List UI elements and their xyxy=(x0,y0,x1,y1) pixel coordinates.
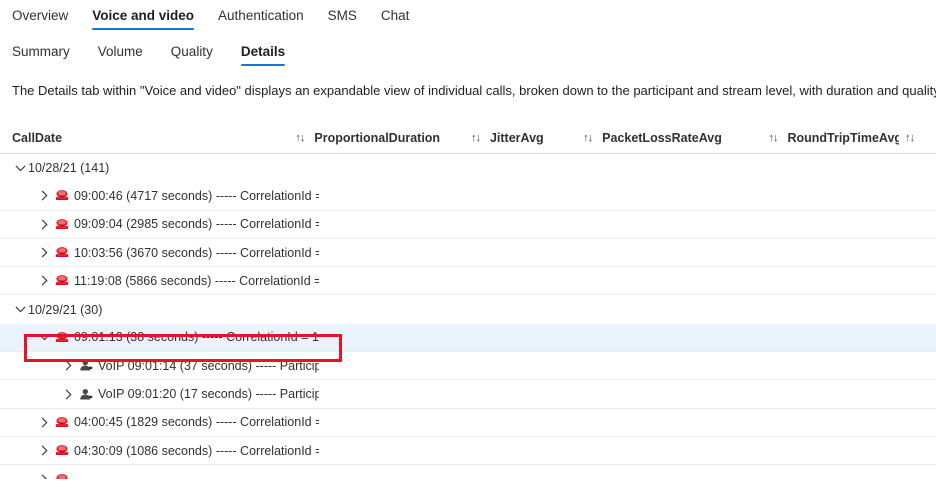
secondary-tab-details[interactable]: Details xyxy=(227,42,299,69)
table-body: 10/28/21 (141) 09:00:46 (4717 seconds) --… xyxy=(0,154,936,480)
column-header-label: RoundTripTimeAvg xyxy=(787,130,900,145)
cell-calldate: 10:03:56 (3670 seconds) ----- Correlatio… xyxy=(12,246,319,260)
column-header-roundtriptimeavg[interactable]: RoundTripTimeAvg ↑↓ xyxy=(787,131,924,145)
column-header-label: JitterAvg xyxy=(489,130,544,145)
chevron-right-icon[interactable] xyxy=(36,247,52,258)
column-header-jitteravg[interactable]: JitterAvg ↑↓ xyxy=(490,131,602,145)
cell-calldate: 04:00:45 (1829 seconds) ----- Correlatio… xyxy=(12,415,319,429)
chevron-right-icon[interactable] xyxy=(60,388,76,400)
table-row[interactable] xyxy=(0,465,936,480)
table-row[interactable]: 11:19:08 (5866 seconds) ----- Correlatio… xyxy=(0,267,936,296)
cell-calldate: VoIP 09:01:14 (37 seconds) ----- Partici… xyxy=(12,359,319,373)
cell-calldate: 09:00:46 (4717 seconds) ----- Correlatio… xyxy=(12,189,319,203)
table-row[interactable]: 09:00:46 (4717 seconds) ----- Correlatio… xyxy=(0,182,936,211)
cell-calldate: 10/29/21 (30) xyxy=(12,303,318,317)
row-label: 09:01:13 (38 seconds) ----- CorrelationI… xyxy=(74,330,319,345)
row-label: 10/28/21 (141) xyxy=(28,161,110,176)
column-header-packetlossrateavg[interactable]: PacketLossRateAvg ↑↓ xyxy=(602,131,787,145)
chevron-right-icon[interactable] xyxy=(36,445,52,456)
chevron-down-icon[interactable] xyxy=(12,163,28,174)
table-group-row[interactable]: 10/28/21 (141) xyxy=(0,154,936,182)
sort-arrows-icon[interactable]: ↑↓ xyxy=(471,132,481,144)
calls-table: CallDate ↑↓ ProportionalDuration ↑↓ JitterAv… xyxy=(0,122,936,480)
row-label: 04:00:45 (1829 seconds) ----- Correlatio… xyxy=(74,415,319,430)
table-row[interactable]: 04:30:09 (1086 seconds) ----- Correlatio… xyxy=(0,437,936,466)
table-row[interactable]: 04:00:45 (1829 seconds) ----- Correlatio… xyxy=(0,409,936,437)
sort-arrows-icon[interactable]: ↑↓ xyxy=(905,132,915,144)
cell-calldate: 10/28/21 (141) xyxy=(12,161,318,175)
table-row[interactable]: VoIP 09:01:14 (37 seconds) ----- Partici… xyxy=(0,352,936,381)
column-header-label: PacketLossRateAvg xyxy=(602,130,722,145)
phone-icon xyxy=(55,246,69,259)
row-label: 10/29/21 (30) xyxy=(28,302,103,317)
chevron-down-icon[interactable] xyxy=(36,332,52,343)
primary-tabstrip: Overview Voice and video Authentication SMS… xyxy=(0,0,936,32)
primary-tab-voice-and-video[interactable]: Voice and video xyxy=(80,6,206,33)
table-group-row[interactable]: 10/29/21 (30) xyxy=(0,295,936,323)
table-row[interactable]: 10:03:56 (3670 seconds) ----- Correlatio… xyxy=(0,239,936,268)
phone-icon xyxy=(55,274,69,287)
chevron-right-icon[interactable] xyxy=(36,275,52,286)
column-header-label: ProportionalDuration xyxy=(314,130,441,145)
chevron-right-icon[interactable] xyxy=(36,417,52,428)
secondary-tabstrip: Summary Volume Quality Details xyxy=(0,32,936,66)
phone-icon xyxy=(55,416,69,429)
column-header-proportionalduration[interactable]: ProportionalDuration ↑↓ xyxy=(314,131,490,145)
secondary-tab-volume[interactable]: Volume xyxy=(84,42,157,69)
phone-icon xyxy=(55,189,69,202)
row-label: 04:30:09 (1086 seconds) ----- Correlatio… xyxy=(74,443,319,458)
primary-tab-sms[interactable]: SMS xyxy=(316,6,369,33)
sort-arrows-icon[interactable]: ↑↓ xyxy=(295,132,305,144)
row-label: 09:00:46 (4717 seconds) ----- Correlatio… xyxy=(74,188,319,203)
column-header-label: CallDate xyxy=(12,130,63,145)
sort-arrows-icon[interactable]: ↑↓ xyxy=(768,132,778,144)
secondary-tab-quality[interactable]: Quality xyxy=(157,42,227,69)
chevron-right-icon[interactable] xyxy=(36,474,52,480)
chevron-right-icon[interactable] xyxy=(60,360,76,371)
chevron-right-icon[interactable] xyxy=(36,190,52,201)
cell-calldate: 09:09:04 (2985 seconds) ----- Correlatio… xyxy=(12,217,319,231)
table-header-row: CallDate ↑↓ ProportionalDuration ↑↓ JitterAv… xyxy=(0,122,936,154)
phone-icon xyxy=(55,473,69,480)
row-label: VoIP 09:01:14 (37 seconds) ----- Partici… xyxy=(98,358,320,373)
person-icon xyxy=(79,388,93,401)
table-row[interactable]: VoIP 09:01:20 (17 seconds) ----- Partici… xyxy=(0,380,936,409)
cell-calldate: VoIP 09:01:20 (17 seconds) ----- Partici… xyxy=(12,387,319,401)
cell-calldate: 09:01:13 (38 seconds) ----- CorrelationI… xyxy=(12,330,319,344)
column-header-calldate[interactable]: CallDate ↑↓ xyxy=(12,131,314,145)
primary-tab-overview[interactable]: Overview xyxy=(12,6,80,33)
sort-arrows-icon[interactable]: ↑↓ xyxy=(583,132,593,144)
row-label: 10:03:56 (3670 seconds) ----- Correlatio… xyxy=(74,245,319,260)
chevron-right-icon[interactable] xyxy=(36,219,52,230)
phone-icon xyxy=(55,444,69,457)
cell-calldate: 11:19:08 (5866 seconds) ----- Correlatio… xyxy=(12,274,319,288)
row-label: 11:19:08 (5866 seconds) ----- Correlatio… xyxy=(74,273,319,288)
table-row[interactable]: 09:09:04 (2985 seconds) ----- Correlatio… xyxy=(0,211,936,239)
table-row[interactable]: 09:01:13 (38 seconds) ----- CorrelationI… xyxy=(0,323,936,353)
row-label: 09:09:04 (2985 seconds) ----- Correlatio… xyxy=(74,217,319,232)
cell-calldate: 04:30:09 (1086 seconds) ----- Correlatio… xyxy=(12,444,319,458)
row-label: VoIP 09:01:20 (17 seconds) ----- Partici… xyxy=(98,387,320,402)
details-description: The Details tab within "Voice and video"… xyxy=(12,83,936,98)
person-icon xyxy=(79,359,93,372)
phone-icon xyxy=(55,331,69,344)
phone-icon xyxy=(55,218,69,231)
cell-calldate xyxy=(12,465,319,480)
primary-tab-authentication[interactable]: Authentication xyxy=(206,6,316,33)
secondary-tab-summary[interactable]: Summary xyxy=(12,42,84,69)
primary-tab-chat[interactable]: Chat xyxy=(369,6,422,33)
chevron-down-icon[interactable] xyxy=(12,304,28,315)
